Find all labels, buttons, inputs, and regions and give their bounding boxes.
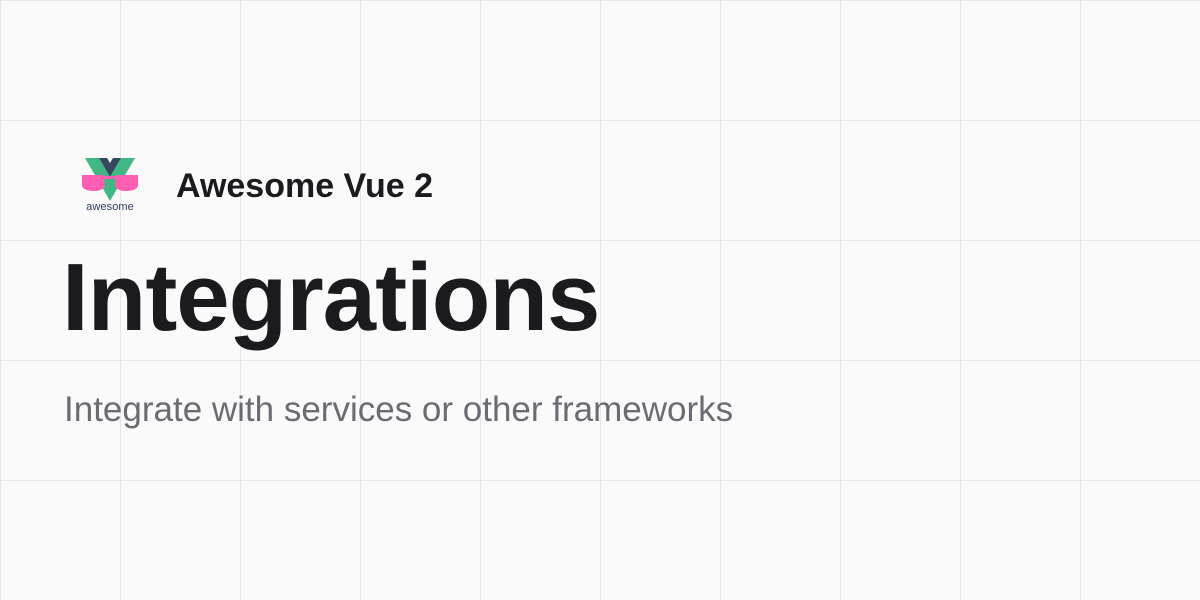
page-title: Integrations [62, 244, 600, 351]
logo-caption: awesome [86, 201, 134, 213]
brand-header: awesome Awesome Vue 2 [80, 155, 433, 217]
page-subtitle: Integrate with services or other framewo… [64, 390, 734, 429]
awesome-vue-logo-icon: awesome [80, 155, 140, 217]
vue-sunglasses-icon [82, 158, 138, 201]
site-name: Awesome Vue 2 [176, 167, 434, 205]
